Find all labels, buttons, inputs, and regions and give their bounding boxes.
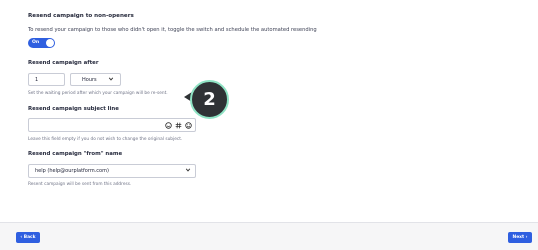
toggle-knob [46, 39, 54, 47]
section-description: To resend your campaign to those who did… [28, 27, 317, 33]
chevron-down-icon [185, 167, 191, 175]
resend-after-number-input[interactable]: 1 [28, 73, 65, 86]
section-title: Resend campaign to non-openers [28, 13, 134, 19]
resend-toggle[interactable]: On [28, 38, 55, 48]
chevron-down-icon [108, 76, 114, 84]
subject-help: Leave this field empty if you do not wis… [28, 137, 183, 142]
from-name-label: Resend campaign "from" name [28, 151, 123, 157]
step-number-badge: 2 [190, 80, 229, 119]
from-name-select[interactable]: help (help@ourplatform.com) [28, 164, 196, 178]
resend-after-help: Set the waiting period after which your … [28, 91, 168, 96]
resend-settings-panel: Resend campaign to non-openers To resend… [0, 0, 538, 222]
resend-after-unit-select[interactable]: Hours [70, 73, 121, 86]
next-button[interactable]: Next › [508, 232, 532, 243]
resend-after-label: Resend campaign after [28, 60, 99, 66]
resend-after-unit-value: Hours [82, 77, 97, 83]
from-name-value: help (help@ourplatform.com) [35, 168, 109, 174]
from-name-help: Resent campaign will be sent from this a… [28, 182, 132, 187]
footer-divider [0, 222, 538, 223]
resend-after-value: 1 [35, 77, 39, 83]
hash-icon[interactable] [175, 122, 182, 129]
back-button[interactable]: ‹ Back [16, 232, 40, 243]
smiley-icon[interactable] [185, 122, 192, 129]
subject-line-input[interactable] [28, 118, 196, 132]
subject-label: Resend campaign subject line [28, 106, 119, 112]
emoji-circle-icon[interactable] [165, 122, 172, 129]
toggle-label: On [32, 40, 40, 45]
